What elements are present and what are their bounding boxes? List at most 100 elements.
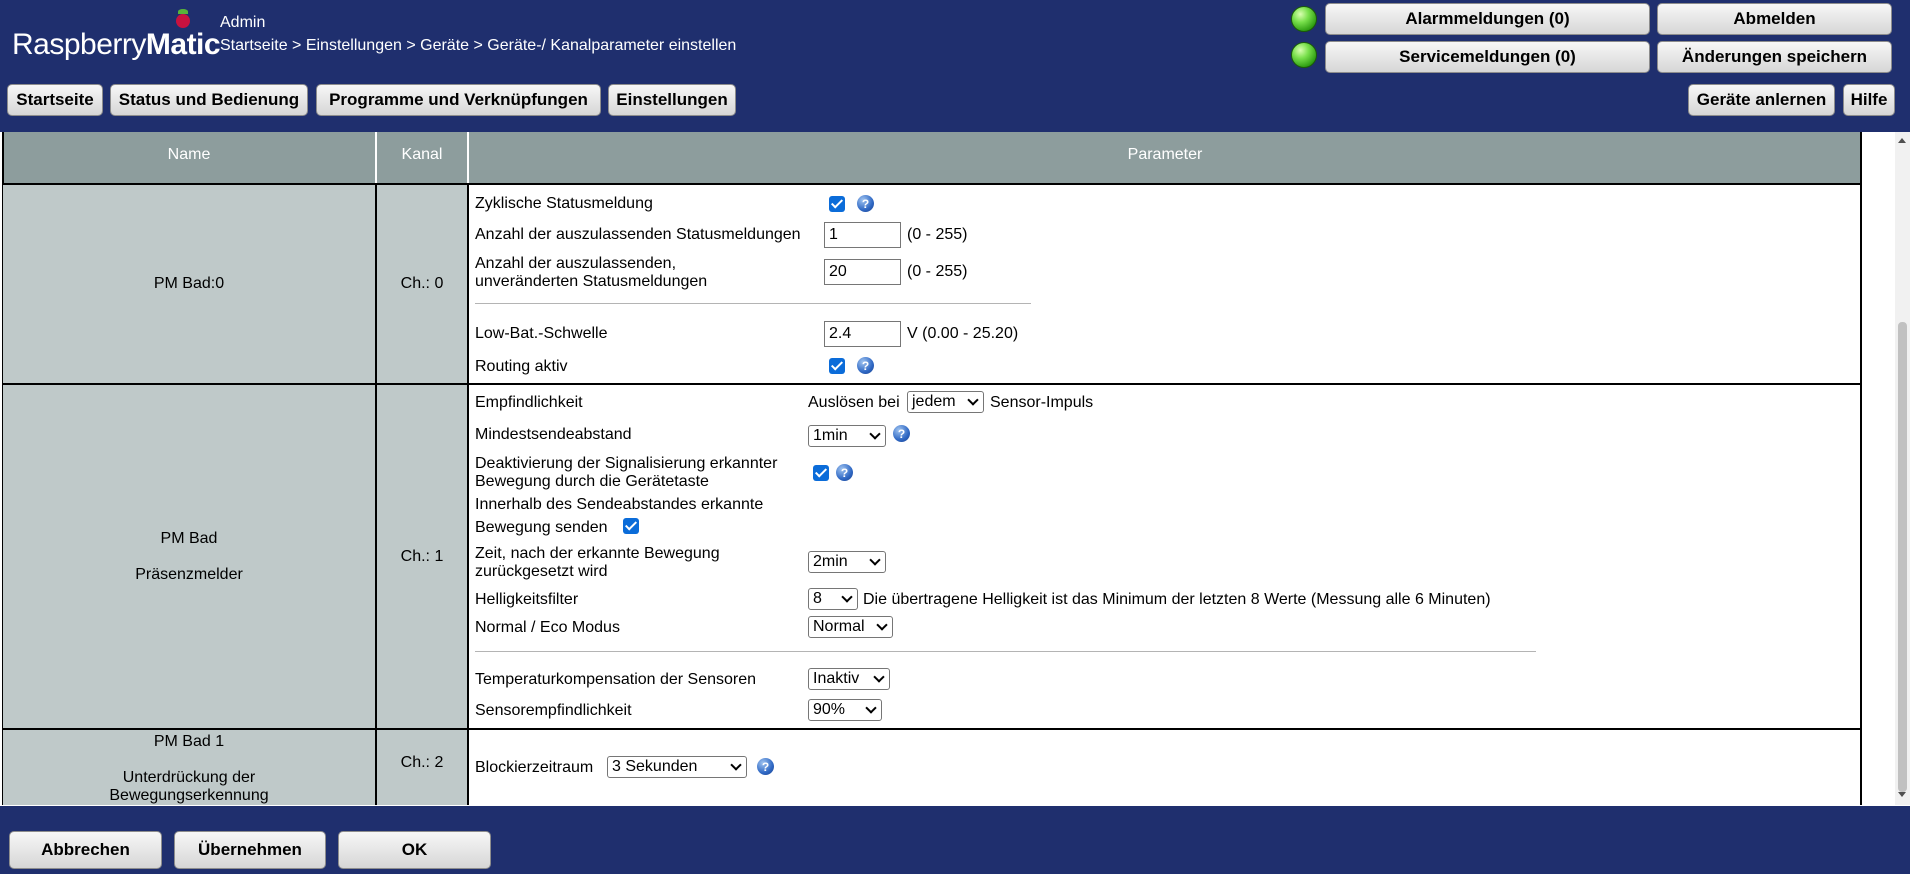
brightness-label: Helligkeitsfilter (475, 591, 579, 608)
skip-unchanged-input[interactable] (824, 259, 901, 285)
chevron-down-icon (730, 759, 742, 771)
skip-status-range: (0 - 255) (907, 226, 968, 243)
chevron-down-icon (876, 619, 888, 631)
service-messages-button[interactable]: Servicemeldungen (0) (1325, 41, 1650, 73)
temp-comp-label: Temperaturkompensation der Sensoren (475, 671, 757, 688)
row-0-channel: Ch.: 0 (400, 275, 444, 292)
apply-button[interactable]: Übernehmen (174, 831, 326, 869)
low-bat-range: V (0.00 - 25.20) (907, 325, 1019, 342)
deactivate-checkbox[interactable] (813, 465, 829, 481)
brightness-select[interactable]: 8 (808, 588, 858, 610)
column-header-parameter: Parameter (469, 132, 1861, 184)
section-separator (475, 651, 1536, 652)
row-1-name-cell: PM Bad Präsenzmelder (3, 385, 377, 728)
routing-label: Routing aktiv (475, 358, 568, 375)
learn-devices-button[interactable]: Geräte anlernen (1688, 84, 1835, 116)
skip-unchanged-label-1: Anzahl der auszulassenden, (475, 255, 677, 272)
row-2-device-name: PM Bad 1 (153, 733, 225, 750)
sensitivity-label: Empfindlichkeit (475, 394, 583, 411)
row-2-channel: Ch.: 2 (400, 754, 444, 771)
scrollbar-thumb[interactable] (1898, 322, 1907, 792)
row-0-name-cell: PM Bad:0 (3, 185, 377, 383)
user-name: Admin (220, 14, 266, 31)
chevron-down-icon (967, 394, 979, 406)
breadcrumb: Startseite > Einstellungen > Geräte > Ge… (220, 37, 737, 54)
help-icon[interactable]: ? (857, 357, 874, 374)
raspberry-icon (176, 9, 190, 28)
header: RaspberryMatic Admin Startseite > Einste… (0, 0, 1910, 130)
send-within-label-2: Bewegung senden (475, 519, 608, 536)
reset-time-select[interactable]: 2min (808, 551, 886, 573)
skip-unchanged-label-2: unveränderten Statusmeldungen (475, 273, 708, 290)
min-interval-select[interactable]: 1min (808, 425, 886, 447)
alarm-status-led-icon (1291, 6, 1317, 32)
row-1-channel: Ch.: 1 (400, 547, 444, 565)
parameter-table: Name Kanal Parameter PM Bad:0 Ch.: 0 Zyk… (0, 132, 1895, 805)
chevron-down-icon (873, 671, 885, 683)
nav-einstellungen[interactable]: Einstellungen (608, 84, 736, 116)
scroll-down-icon[interactable] (1898, 792, 1906, 797)
eco-value: Normal (813, 618, 865, 635)
sensitivity-select[interactable]: jedem (907, 391, 984, 413)
cancel-button[interactable]: Abbrechen (9, 831, 162, 869)
block-label: Blockierzeitraum (475, 759, 594, 776)
logo-text: Raspberry (12, 28, 146, 61)
logout-button[interactable]: Abmelden (1657, 3, 1892, 35)
brightness-value: 8 (813, 590, 822, 607)
row-0-device-name: PM Bad:0 (153, 275, 225, 292)
table-border-right (1860, 132, 1862, 805)
column-header-channel: Kanal (377, 132, 467, 184)
block-select[interactable]: 3 Sekunden (607, 756, 747, 778)
reset-time-label-2: zurückgesetzt wird (475, 563, 608, 580)
ok-button[interactable]: OK (338, 831, 491, 869)
help-icon[interactable]: ? (893, 425, 910, 442)
cyclic-status-checkbox[interactable] (829, 196, 845, 212)
help-icon[interactable]: ? (836, 464, 853, 481)
reset-time-value: 2min (813, 553, 848, 570)
scroll-up-icon[interactable] (1898, 138, 1906, 143)
save-changes-button[interactable]: Änderungen speichern (1657, 41, 1892, 73)
routing-checkbox[interactable] (829, 358, 845, 374)
row-1-device-name: PM Bad (160, 529, 218, 547)
chevron-down-icon (865, 702, 877, 714)
vertical-scrollbar[interactable] (1895, 132, 1910, 805)
alarm-messages-button[interactable]: Alarmmeldungen (0) (1325, 3, 1650, 35)
service-status-led-icon (1291, 42, 1317, 68)
help-button[interactable]: Hilfe (1843, 84, 1895, 116)
min-interval-label: Mindestsendeabstand (475, 426, 632, 443)
row-0-channel-cell: Ch.: 0 (377, 185, 469, 383)
app-window: RaspberryMatic Admin Startseite > Einste… (0, 0, 1910, 874)
sensor-sens-select[interactable]: 90% (808, 699, 882, 721)
sensitivity-suffix: Sensor-Impuls (990, 394, 1094, 411)
deactivate-label-1: Deaktivierung der Signalisierung erkannt… (475, 455, 778, 472)
eco-select[interactable]: Normal (808, 616, 893, 638)
sensitivity-value: jedem (912, 393, 956, 410)
temp-comp-value: Inaktiv (813, 670, 860, 687)
footer: Abbrechen Übernehmen OK (0, 805, 1910, 874)
chevron-down-icon (841, 591, 853, 603)
skip-unchanged-range: (0 - 255) (907, 263, 968, 280)
send-within-checkbox[interactable] (623, 518, 639, 534)
brightness-note: Die übertragene Helligkeit ist das Minim… (863, 591, 1491, 608)
sensitivity-prefix: Auslösen bei (808, 394, 900, 411)
cyclic-status-label: Zyklische Statusmeldung (475, 195, 653, 212)
min-interval-value: 1min (813, 427, 848, 444)
deactivate-label-2: Bewegung durch die Gerätetaste (475, 473, 709, 490)
sensor-sens-value: 90% (813, 701, 846, 718)
row-2-channel-cell: Ch.: 2 (377, 730, 469, 805)
row-2-name-cell: PM Bad 1 Unterdrückung der Bewegungserke… (3, 730, 377, 805)
nav-status-und-bedienung[interactable]: Status und Bedienung (110, 84, 308, 116)
help-icon[interactable]: ? (857, 195, 874, 212)
logo-text-bold: Matic (145, 28, 221, 61)
reset-time-label-1: Zeit, nach der erkannte Bewegung (475, 545, 720, 562)
temp-comp-select[interactable]: Inaktiv (808, 668, 890, 690)
low-bat-label: Low-Bat.-Schwelle (475, 325, 608, 342)
skip-status-label: Anzahl der auszulassenden Statusmeldunge… (475, 226, 801, 243)
skip-status-input[interactable] (824, 222, 901, 248)
help-icon[interactable]: ? (757, 758, 774, 775)
row-2-channel-type-1: Unterdrückung der (122, 769, 256, 786)
nav-programme-und-verknuepfungen[interactable]: Programme und Verknüpfungen (316, 84, 601, 116)
low-bat-input[interactable] (824, 321, 901, 347)
raspberrymatic-logo[interactable]: RaspberryMatic (12, 9, 221, 62)
nav-startseite[interactable]: Startseite (7, 84, 103, 116)
